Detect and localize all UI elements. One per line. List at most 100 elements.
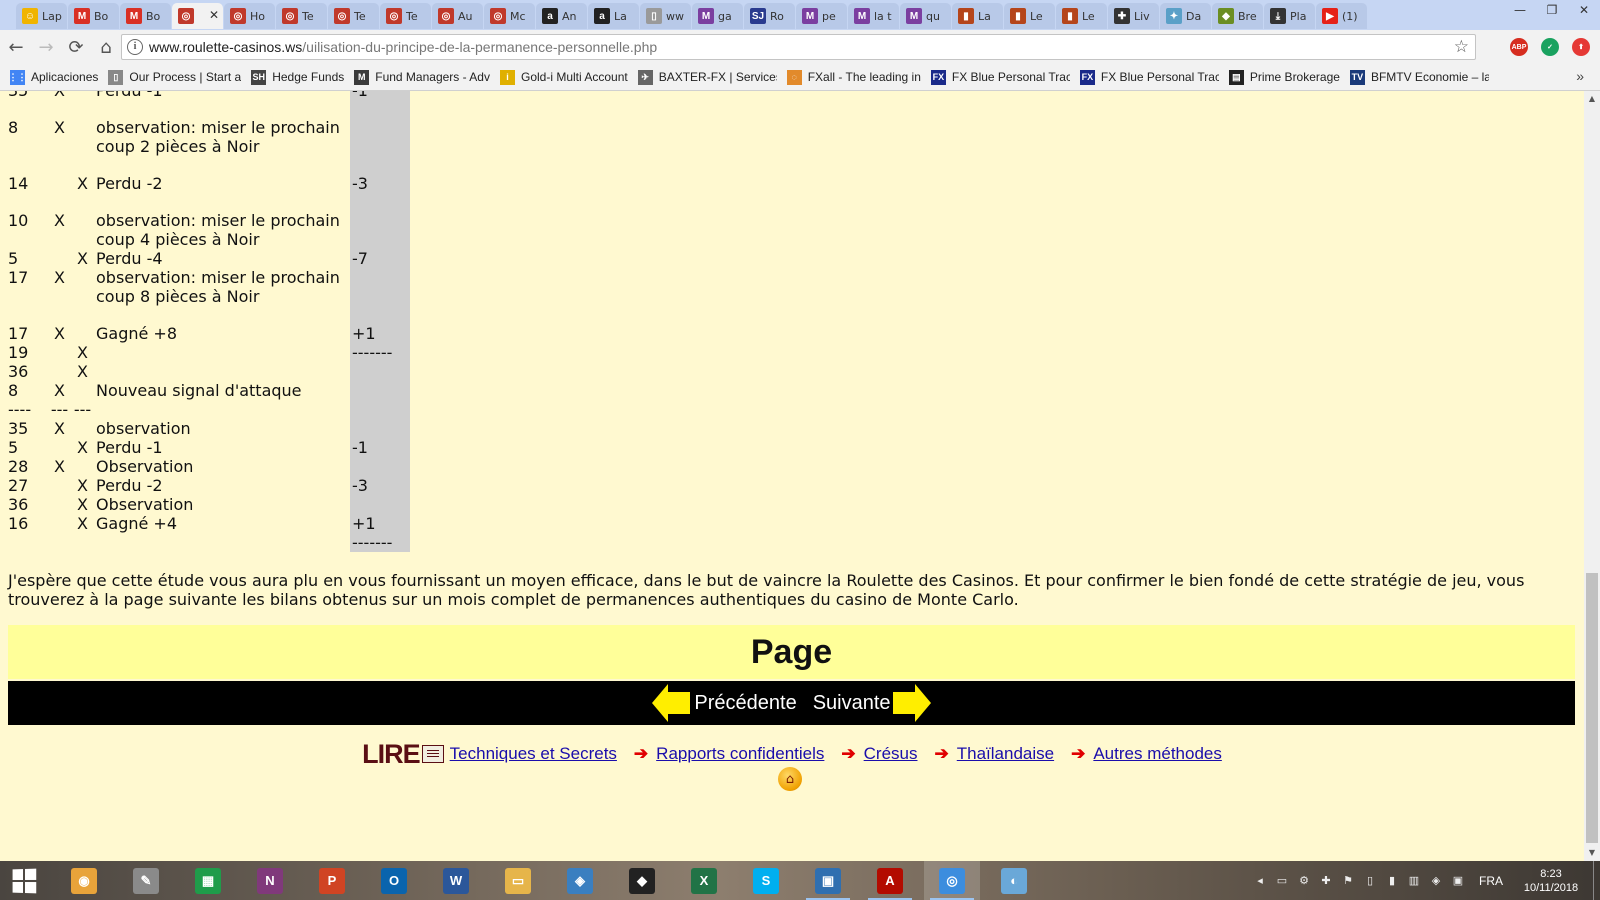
back-button[interactable]: ← <box>2 33 30 61</box>
bookmark-item[interactable]: FX FX Blue Personal Trac <box>1079 69 1219 85</box>
taskbar-item[interactable]: ◉ <box>56 861 112 900</box>
footer-link[interactable]: Thaïlandaise <box>957 744 1054 764</box>
browser-tab[interactable]: Mpe <box>796 3 847 29</box>
check-icon[interactable]: ✓ <box>1541 38 1559 56</box>
taskbar-item[interactable]: X <box>676 861 732 900</box>
tray-icon[interactable]: ▯ <box>1363 874 1377 888</box>
page-title: Page <box>750 632 833 671</box>
taskbar-item[interactable]: ◆ <box>614 861 670 900</box>
browser-tab[interactable]: ▮ Le <box>1004 3 1055 29</box>
forward-button[interactable]: → <box>32 33 60 61</box>
tray-icon[interactable]: ▮ <box>1385 874 1399 888</box>
next-page-link[interactable]: Suivante <box>813 684 931 722</box>
browser-tab[interactable]: ◆ Bre <box>1212 3 1263 29</box>
browser-tab[interactable]: ▯ ww <box>640 3 691 29</box>
update-icon[interactable]: ⬆ <box>1572 38 1590 56</box>
close-window-button[interactable]: ✕ <box>1568 0 1600 20</box>
show-desktop-button[interactable] <box>1593 861 1600 900</box>
page-scrollbar[interactable]: ▲ ▼ <box>1584 91 1600 861</box>
taskbar-item[interactable]: A <box>862 861 918 900</box>
bookmark-item[interactable]: ▯ Our Process | Start a <box>108 69 241 85</box>
browser-tab[interactable]: a An <box>536 3 587 29</box>
tray-icon[interactable]: ◂ <box>1253 874 1267 888</box>
browser-tab[interactable]: Mga <box>692 3 743 29</box>
taskbar-item[interactable]: N <box>242 861 298 900</box>
adblock-icon[interactable]: ABP <box>1510 38 1528 56</box>
footer-link[interactable]: Rapports confidentiels <box>656 744 824 764</box>
bookmark-item[interactable]: ⋮⋮ Aplicaciones <box>10 69 98 85</box>
taskbar-item[interactable]: ◈ <box>552 861 608 900</box>
tray-icon[interactable]: ▭ <box>1275 874 1289 888</box>
taskbar-item[interactable]: ◎ <box>924 861 980 900</box>
scroll-up-icon[interactable]: ▲ <box>1584 91 1600 107</box>
browser-tab[interactable]: ◎ Te <box>328 3 379 29</box>
minimize-button[interactable]: — <box>1504 0 1536 20</box>
browser-tab[interactable]: ◎ Mc <box>484 3 535 29</box>
browser-tab[interactable]: ◎ Ho <box>224 3 275 29</box>
taskbar-item[interactable]: ▭ <box>490 861 546 900</box>
tray-icon[interactable]: ✚ <box>1319 874 1333 888</box>
browser-tab[interactable]: ▮ Le <box>1056 3 1107 29</box>
previous-page-link[interactable]: Précédente <box>652 684 797 722</box>
bookmark-item[interactable]: FX FX Blue Personal Trac <box>930 69 1070 85</box>
bookmark-item[interactable]: M Fund Managers - Adv <box>354 69 490 85</box>
scroll-down-icon[interactable]: ▼ <box>1584 845 1600 861</box>
taskbar-item[interactable]: O <box>366 861 422 900</box>
browser-tab[interactable]: ▶ (1) <box>1316 3 1367 29</box>
bookmark-item[interactable]: TV BFMTV Economie – la <box>1349 69 1489 85</box>
browser-tab[interactable]: ✦ Da <box>1160 3 1211 29</box>
tray-icon[interactable]: ▥ <box>1407 874 1421 888</box>
browser-tab[interactable]: ◎ Te <box>276 3 327 29</box>
browser-tab[interactable]: SJ Ro <box>744 3 795 29</box>
taskbar-item[interactable]: ✎ <box>118 861 174 900</box>
bookmarks-overflow-icon[interactable]: » <box>1576 68 1584 84</box>
browser-tab[interactable]: M Bo <box>120 3 171 29</box>
browser-tab[interactable]: ◎ ✕ <box>172 3 223 29</box>
bookmark-item[interactable]: i Gold-i Multi Account <box>499 69 628 85</box>
taskbar-item[interactable]: ▦ <box>180 861 236 900</box>
browser-tab[interactable]: ☺ Lap <box>16 3 67 29</box>
taskbar-item[interactable]: ◐ <box>986 861 1042 900</box>
bookmark-item[interactable]: ✈ BAXTER-FX | Services <box>637 69 777 85</box>
roulette-icon: ◎ <box>386 8 402 24</box>
browser-tab[interactable]: a La <box>588 3 639 29</box>
footer-link[interactable]: Crésus <box>864 744 918 764</box>
browser-tab[interactable]: M Bo <box>68 3 119 29</box>
clock[interactable]: 8:23 10/11/2018 <box>1521 867 1581 895</box>
close-tab-icon[interactable]: ✕ <box>209 8 219 22</box>
taskbar-item[interactable]: P <box>304 861 360 900</box>
tray-icon[interactable]: ▣ <box>1451 874 1465 888</box>
start-button[interactable] <box>0 861 48 900</box>
address-bar[interactable]: i www.roulette-casinos.ws/uilisation-du-… <box>121 34 1476 60</box>
result-value: ------- <box>350 343 410 362</box>
browser-tab[interactable]: ⤓ Pla <box>1264 3 1315 29</box>
bookmark-item[interactable]: ▤ Prime Brokerage <box>1228 69 1340 85</box>
reload-button[interactable]: ⟳ <box>62 33 90 61</box>
home-icon[interactable]: ⌂ <box>778 767 802 791</box>
scrollbar-thumb[interactable] <box>1586 573 1598 843</box>
tray-icon[interactable]: ◈ <box>1429 874 1443 888</box>
bookmark-star-icon[interactable]: ☆ <box>1454 37 1469 57</box>
bookmark-item[interactable]: ◌ FXall - The leading in <box>786 69 921 85</box>
browser-tab[interactable]: ◎ Au <box>432 3 483 29</box>
taskbar-item[interactable]: ▣ <box>800 861 856 900</box>
spacer-row <box>0 100 410 118</box>
browser-tab[interactable]: ✚ Liv <box>1108 3 1159 29</box>
footer-link[interactable]: Autres méthodes <box>1093 744 1222 764</box>
maximize-button[interactable]: ❐ <box>1536 0 1568 20</box>
taskbar-item[interactable]: W <box>428 861 484 900</box>
browser-tab[interactable]: Mqu <box>900 3 951 29</box>
column-black-mark: X <box>77 249 88 268</box>
taskbar-item[interactable]: S <box>738 861 794 900</box>
info-icon[interactable]: i <box>127 39 143 55</box>
tray-icon[interactable]: ⚙ <box>1297 874 1311 888</box>
browser-tab[interactable]: ◎ Te <box>380 3 431 29</box>
url-text[interactable]: www.roulette-casinos.ws/uilisation-du-pr… <box>149 39 657 55</box>
home-button[interactable]: ⌂ <box>92 33 120 61</box>
browser-tab[interactable]: Mla t <box>848 3 899 29</box>
language-indicator[interactable]: FRA <box>1479 874 1503 888</box>
footer-link[interactable]: Techniques et Secrets <box>450 744 617 764</box>
browser-tab[interactable]: ▮ La <box>952 3 1003 29</box>
tray-icon[interactable]: ⚑ <box>1341 874 1355 888</box>
bookmark-item[interactable]: SH Hedge Funds <box>251 69 344 85</box>
